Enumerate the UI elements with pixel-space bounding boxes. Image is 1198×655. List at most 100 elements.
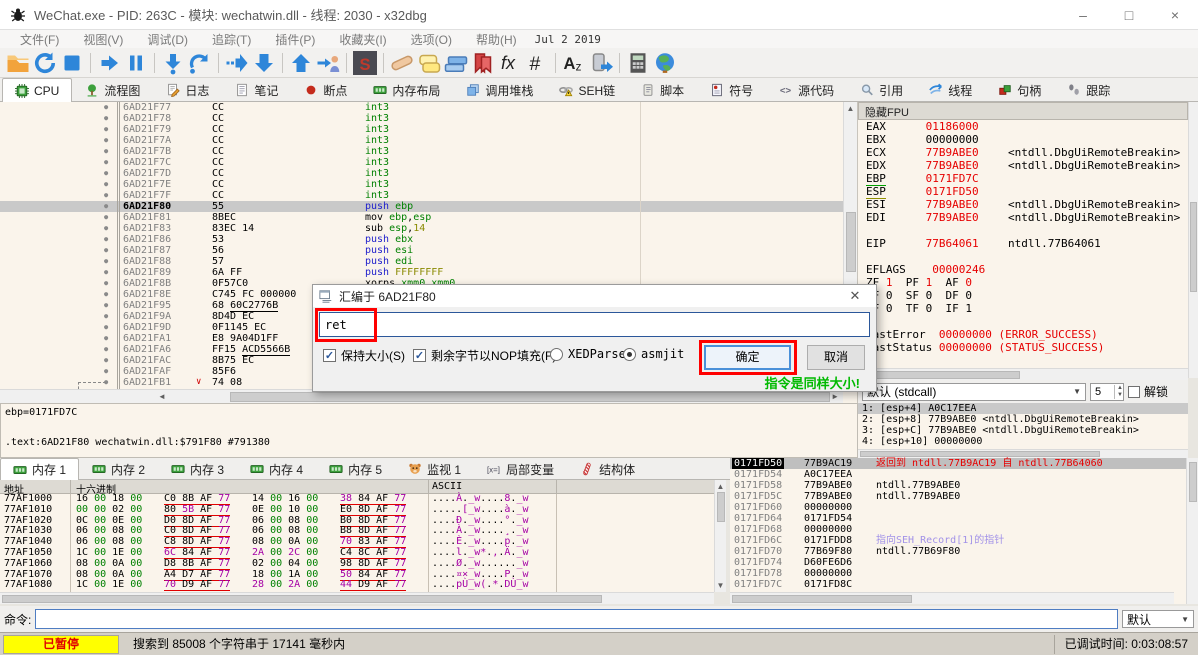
breakpoint-dot-icon[interactable]: ● (104, 322, 108, 333)
register-row[interactable]: LastStatus 00000000 (STATUS_SUCCESS) (858, 341, 1188, 354)
open-file-icon[interactable] (6, 51, 30, 75)
breakpoint-dot-icon[interactable]: ● (104, 278, 108, 289)
command-script-dropdown[interactable]: 默认 ▼ (1122, 610, 1194, 628)
tab-断点[interactable]: 断点 (291, 78, 360, 101)
stop-debugging-icon[interactable] (60, 51, 84, 75)
bookmarks-icon[interactable] (471, 51, 495, 75)
dump-horizontal-scrollbar[interactable] (0, 592, 714, 604)
breakpoint-dot-icon[interactable]: ● (104, 223, 108, 234)
ok-button[interactable]: 确定 (704, 345, 791, 370)
disasm-row[interactable]: ●6AD21F7ECCint3 (0, 179, 857, 190)
run-trace-icon[interactable] (225, 51, 249, 75)
hide-fpu-button[interactable]: 隐藏FPU (858, 102, 1188, 120)
bottom-tab-内存-3[interactable]: 内存 3 (158, 458, 237, 479)
menu-item[interactable]: 收藏夹(I) (327, 33, 398, 47)
keep-size-checkbox[interactable]: ✓ 保持大小(S) (323, 347, 405, 364)
disasm-row[interactable]: ●6AD21F7DCCint3 (0, 168, 857, 179)
tab-跟踪[interactable]: 跟踪 (1054, 78, 1123, 101)
tab-引用[interactable]: 引用 (847, 78, 916, 101)
patches-icon[interactable] (390, 51, 414, 75)
register-row[interactable]: EFLAGS 00000246 (858, 263, 1188, 276)
text-az-icon[interactable]: Az (562, 51, 586, 75)
tab-流程图[interactable]: 流程图 (72, 78, 153, 101)
flags-row[interactable]: CF 0 TF 0 IF 1 (858, 302, 1188, 315)
breakpoint-dot-icon[interactable]: ● (104, 135, 108, 146)
stack-row[interactable]: 0171FD5877B9ABE0ntdll.77B9ABE0 (730, 480, 1186, 491)
tab-seh链[interactable]: SEH链 (546, 78, 628, 101)
register-row[interactable]: ECX 77B9ABE0<ntdll.DbgUiRemoteBreakin> (858, 146, 1188, 159)
tab-cpu[interactable]: CPU (2, 78, 72, 102)
stack-row[interactable]: 0171FD74D60FE6D6 (730, 557, 1186, 568)
breakpoint-dot-icon[interactable]: ● (104, 168, 108, 179)
stack-row[interactable]: 0171FD6000000000 (730, 502, 1186, 513)
disasm-row[interactable]: ●6AD21F8383EC 14sub esp,14 (0, 223, 857, 234)
minimize-button[interactable]: – (1060, 0, 1106, 30)
nop-fill-checkbox[interactable]: ✓ 剩余字节以NOP填充(F) (413, 347, 556, 364)
bottom-tab-局部变量[interactable]: [x=]局部变量 (474, 458, 567, 479)
registers-pane[interactable]: 隐藏FPU EAX 01186000EBX 00000000ECX 77B9AB… (858, 102, 1188, 403)
flags-row[interactable]: OF 0 SF 0 DF 0 (858, 289, 1188, 302)
tab-调用堆栈[interactable]: 调用堆栈 (453, 78, 546, 101)
breakpoint-dot-icon[interactable]: ● (104, 190, 108, 201)
tab-内存布局[interactable]: 内存布局 (360, 78, 453, 101)
xedparse-radio[interactable]: XEDParse (550, 347, 626, 361)
bottom-tab-内存-1[interactable]: 内存 1 (0, 458, 79, 480)
register-row[interactable]: EBX 00000000 (858, 133, 1188, 146)
labels-icon[interactable] (444, 51, 468, 75)
stack-row[interactable]: 0171FD640171FD54 (730, 513, 1186, 524)
execute-till-return-icon[interactable] (289, 51, 313, 75)
register-row[interactable]: EDX 77B9ABE0<ntdll.DbgUiRemoteBreakin> (858, 159, 1188, 172)
stack-row[interactable]: 0171FD7800000000 (730, 568, 1186, 579)
breakpoint-dot-icon[interactable]: ● (104, 124, 108, 135)
bottom-tab-内存-4[interactable]: 内存 4 (237, 458, 316, 479)
registers-horizontal-scrollbar[interactable] (858, 368, 1188, 380)
register-row[interactable]: EDI 77B9ABE0<ntdll.DbgUiRemoteBreakin> (858, 211, 1188, 224)
strings-icon[interactable]: S (353, 51, 377, 75)
menu-item[interactable]: 插件(P) (263, 33, 327, 47)
argument-row[interactable]: 3: [esp+C] 77B9ABE0 <ntdll.DbgUiRemoteBr… (858, 425, 1188, 436)
register-row[interactable]: EBP 0171FD7C (858, 172, 1188, 185)
tab-日志[interactable]: 日志 (153, 78, 222, 101)
restart-icon[interactable] (33, 51, 57, 75)
run-icon[interactable] (97, 51, 121, 75)
disasm-row[interactable]: ●6AD21F7ACCint3 (0, 135, 857, 146)
modules-icon[interactable] (589, 51, 613, 75)
breakpoint-dot-icon[interactable]: ● (104, 234, 108, 245)
argument-row[interactable]: 2: [esp+8] 77B9ABE0 <ntdll.DbgUiRemoteBr… (858, 414, 1188, 425)
disasm-row[interactable]: ●6AD21F79CCint3 (0, 124, 857, 135)
convention-dropdown[interactable]: 默认 (stdcall) ▼ (862, 383, 1086, 401)
stack-row[interactable]: 0171FD7C0171FD8C (730, 579, 1186, 590)
breakpoint-dot-icon[interactable]: ● (104, 344, 108, 355)
stack-vertical-scrollbar[interactable] (1186, 458, 1198, 604)
pause-icon[interactable] (124, 51, 148, 75)
stack-row[interactable]: 0171FD6C0171FDD8指向SEH_Record[1]的指针 (730, 535, 1186, 546)
calculator-icon[interactable] (626, 51, 650, 75)
tab-线程[interactable]: 线程 (916, 78, 985, 101)
breakpoint-dot-icon[interactable]: ● (104, 267, 108, 278)
breakpoint-dot-icon[interactable]: ● (104, 201, 108, 212)
asmjit-radio[interactable]: asmjit (623, 347, 684, 361)
breakpoint-dot-icon[interactable]: ● (104, 355, 108, 366)
command-input[interactable] (35, 609, 1118, 629)
disasm-row[interactable]: ●6AD21F7FCCint3 (0, 190, 857, 201)
cancel-button[interactable]: 取消 (807, 345, 865, 370)
register-spacer[interactable] (858, 354, 1188, 367)
bottom-tab-结构体[interactable]: 结构体 (567, 458, 648, 479)
stack-horizontal-scrollbar[interactable] (730, 592, 1174, 604)
step-down-icon[interactable] (252, 51, 276, 75)
breakpoint-dot-icon[interactable]: ● (104, 333, 108, 344)
dialog-close-icon[interactable]: ✕ (840, 288, 870, 304)
functions-icon[interactable]: fx (498, 51, 522, 75)
breakpoint-dot-icon[interactable]: ● (104, 300, 108, 311)
breakpoint-dot-icon[interactable]: ● (104, 179, 108, 190)
internet-icon[interactable] (653, 51, 677, 75)
breakpoint-dot-icon[interactable]: ● (104, 146, 108, 157)
tab-笔记[interactable]: 笔记 (222, 78, 291, 101)
register-spacer[interactable] (858, 315, 1188, 328)
dump-row[interactable]: 77AF106008 00 0A 00D8 8B AF 7702 00 04 0… (0, 559, 714, 570)
breakpoint-dot-icon[interactable]: ● (104, 256, 108, 267)
stack-row[interactable]: 0171FD5077B9AC19返回到 ntdll.77B9AC19 自 ntd… (730, 458, 1186, 469)
stack-row[interactable]: 0171FD6800000000 (730, 524, 1186, 535)
registers-vertical-scrollbar[interactable] (1188, 102, 1198, 378)
breakpoint-dot-icon[interactable]: ● (104, 311, 108, 322)
